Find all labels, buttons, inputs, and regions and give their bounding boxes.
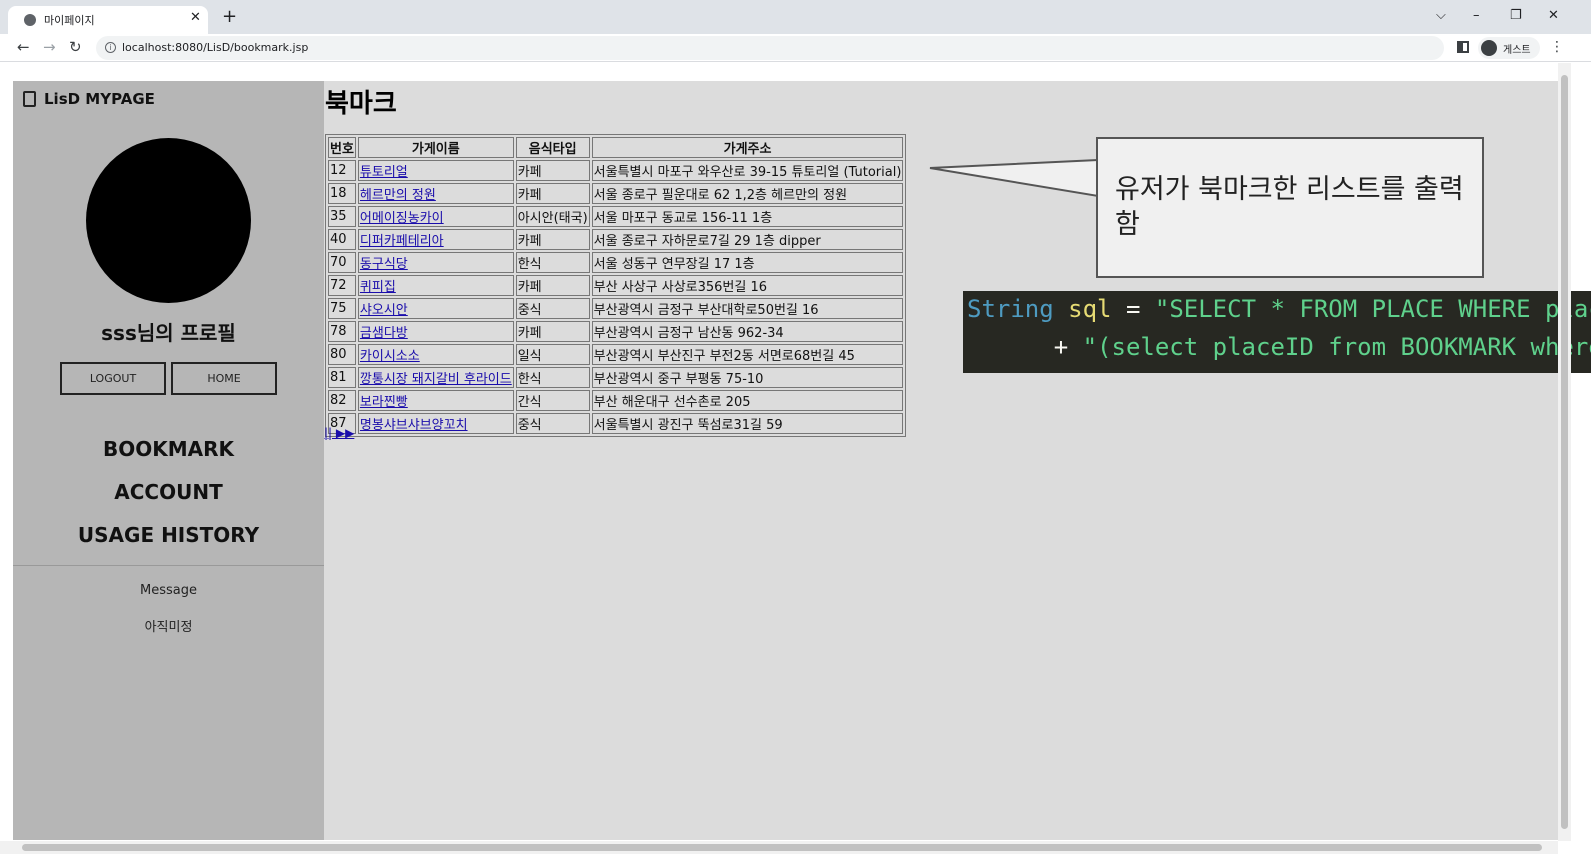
horizontal-scrollbar[interactable] — [0, 841, 1558, 854]
code-var: sql — [1068, 295, 1112, 323]
code-string: "SELECT * FROM PLACE WHERE placeID IN " — [1154, 295, 1591, 323]
pagination-next-link[interactable]: || ▶▶ — [324, 426, 354, 440]
cell-address: 서울특별시 광진구 뚝섬로31길 59 — [591, 413, 904, 434]
sidebar-item-bookmark[interactable]: BOOKMARK — [13, 437, 324, 461]
kebab-menu-icon[interactable]: ⋮ — [1550, 39, 1564, 55]
annotation-text: 유저가 북마크한 리스트를 출력함 — [1115, 174, 1464, 240]
store-name-link[interactable]: 명봉샤브샤브양꼬치 — [360, 418, 468, 433]
sidebar-item-usage-history[interactable]: USAGE HISTORY — [13, 523, 324, 547]
close-window-button[interactable]: ✕ — [1548, 8, 1559, 23]
vertical-scrollbar-thumb[interactable] — [1561, 75, 1568, 829]
code-line-2: + "(select placeID from BOOKMARK where u… — [967, 333, 1591, 361]
sql-code-snippet: String sql = "SELECT * FROM PLACE WHERE … — [963, 291, 1591, 373]
cell-food-type: 중식 — [515, 413, 590, 434]
page-viewport: LisD MYPAGE sss님의 프로필 LOGOUT HOME BOOKMA… — [0, 63, 1591, 862]
message-label: Message — [140, 583, 197, 598]
horizontal-scrollbar-thumb[interactable] — [22, 844, 1542, 851]
vertical-scrollbar[interactable] — [1558, 63, 1571, 841]
code-op: = — [1125, 295, 1141, 323]
code-type: String — [967, 295, 1054, 323]
code-string: "(select placeID from BOOKMARK where use… — [1082, 333, 1591, 361]
code-line-1: String sql = "SELECT * FROM PLACE WHERE … — [967, 295, 1591, 323]
sidebar-divider — [13, 565, 324, 566]
code-op: + — [1053, 333, 1069, 361]
cell-store-name: 명봉샤브샤브양꼬치 — [357, 413, 514, 434]
message-value: 아직미정 — [144, 620, 193, 635]
sidebar-item-account[interactable]: ACCOUNT — [13, 480, 324, 504]
table-row: 87 명봉샤브샤브양꼬치 중식 서울특별시 광진구 뚝섬로31길 59 — [328, 413, 904, 434]
page-container: LisD MYPAGE sss님의 프로필 LOGOUT HOME BOOKMA… — [13, 81, 1591, 840]
